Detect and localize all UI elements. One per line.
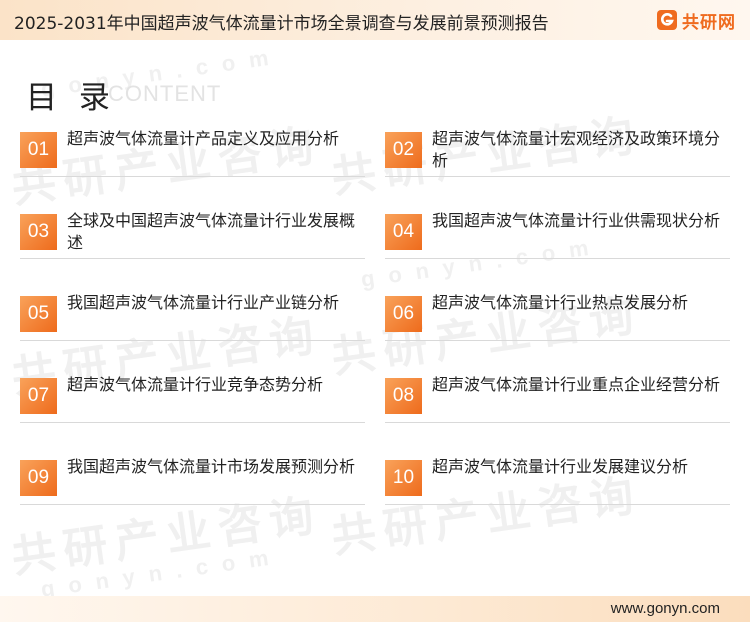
item-label: 超声波气体流量计行业发展建议分析 [432, 457, 689, 476]
toc-subheading: CONTENT [108, 81, 222, 106]
item-divider [20, 504, 365, 505]
footer-url[interactable]: www.gonyn.com [611, 600, 720, 617]
item-number: 09 [20, 460, 57, 496]
toc-item-01[interactable]: 01 超声波气体流量计产品定义及应用分析 [20, 128, 365, 188]
item-number: 04 [385, 214, 422, 250]
item-label: 超声波气体流量计产品定义及应用分析 [67, 129, 340, 148]
item-number: 02 [385, 132, 422, 168]
item-label: 我国超声波气体流量计市场发展预测分析 [67, 457, 356, 476]
toc-item-08[interactable]: 08 超声波气体流量计行业重点企业经营分析 [385, 374, 730, 434]
item-label: 超声波气体流量计行业竞争态势分析 [67, 375, 324, 394]
item-number: 08 [385, 378, 422, 414]
brand-name: 共研网 [682, 12, 736, 33]
toc-item-09[interactable]: 09 我国超声波气体流量计市场发展预测分析 [20, 456, 365, 516]
toc-item-10[interactable]: 10 超声波气体流量计行业发展建议分析 [385, 456, 730, 516]
page-header: 2025-2031年中国超声波气体流量计市场全景调查与发展前景预测报告 共研网 [0, 0, 750, 40]
report-title: 2025-2031年中国超声波气体流量计市场全景调查与发展前景预测报告 [14, 14, 549, 34]
item-divider [20, 176, 365, 177]
item-label: 超声波气体流量计行业热点发展分析 [432, 293, 689, 312]
item-number: 03 [20, 214, 57, 250]
item-divider [20, 340, 365, 341]
watermark-url: gonyn.com [39, 543, 284, 602]
item-label: 我国超声波气体流量计行业产业链分析 [67, 293, 340, 312]
toc-heading: 目 录 [26, 80, 116, 116]
toc-item-07[interactable]: 07 超声波气体流量计行业竞争态势分析 [20, 374, 365, 434]
item-number: 06 [385, 296, 422, 332]
item-divider [385, 422, 730, 423]
toc-item-05[interactable]: 05 我国超声波气体流量计行业产业链分析 [20, 292, 365, 352]
item-label: 超声波气体流量计行业重点企业经营分析 [432, 375, 721, 394]
brand-logo[interactable]: 共研网 [656, 8, 736, 33]
item-number: 07 [20, 378, 57, 414]
page-footer: www.gonyn.com [0, 596, 750, 622]
item-divider [385, 258, 730, 259]
item-divider [385, 176, 730, 177]
toc-item-03[interactable]: 03 全球及中国超声波气体流量计行业发展概述 [20, 210, 365, 270]
toc-item-02[interactable]: 02 超声波气体流量计宏观经济及政策环境分析 [385, 128, 730, 188]
item-number: 01 [20, 132, 57, 168]
item-divider [20, 422, 365, 423]
item-divider [20, 258, 365, 259]
item-divider [385, 504, 730, 505]
toc-item-06[interactable]: 06 超声波气体流量计行业热点发展分析 [385, 292, 730, 352]
item-label: 我国超声波气体流量计行业供需现状分析 [432, 211, 721, 230]
toc-item-04[interactable]: 04 我国超声波气体流量计行业供需现状分析 [385, 210, 730, 270]
item-label: 超声波气体流量计宏观经济及政策环境分析 [432, 129, 721, 170]
item-label: 全球及中国超声波气体流量计行业发展概述 [67, 211, 356, 252]
item-number: 05 [20, 296, 57, 332]
item-divider [385, 340, 730, 341]
g-logo-icon [657, 10, 677, 30]
item-number: 10 [385, 460, 422, 496]
